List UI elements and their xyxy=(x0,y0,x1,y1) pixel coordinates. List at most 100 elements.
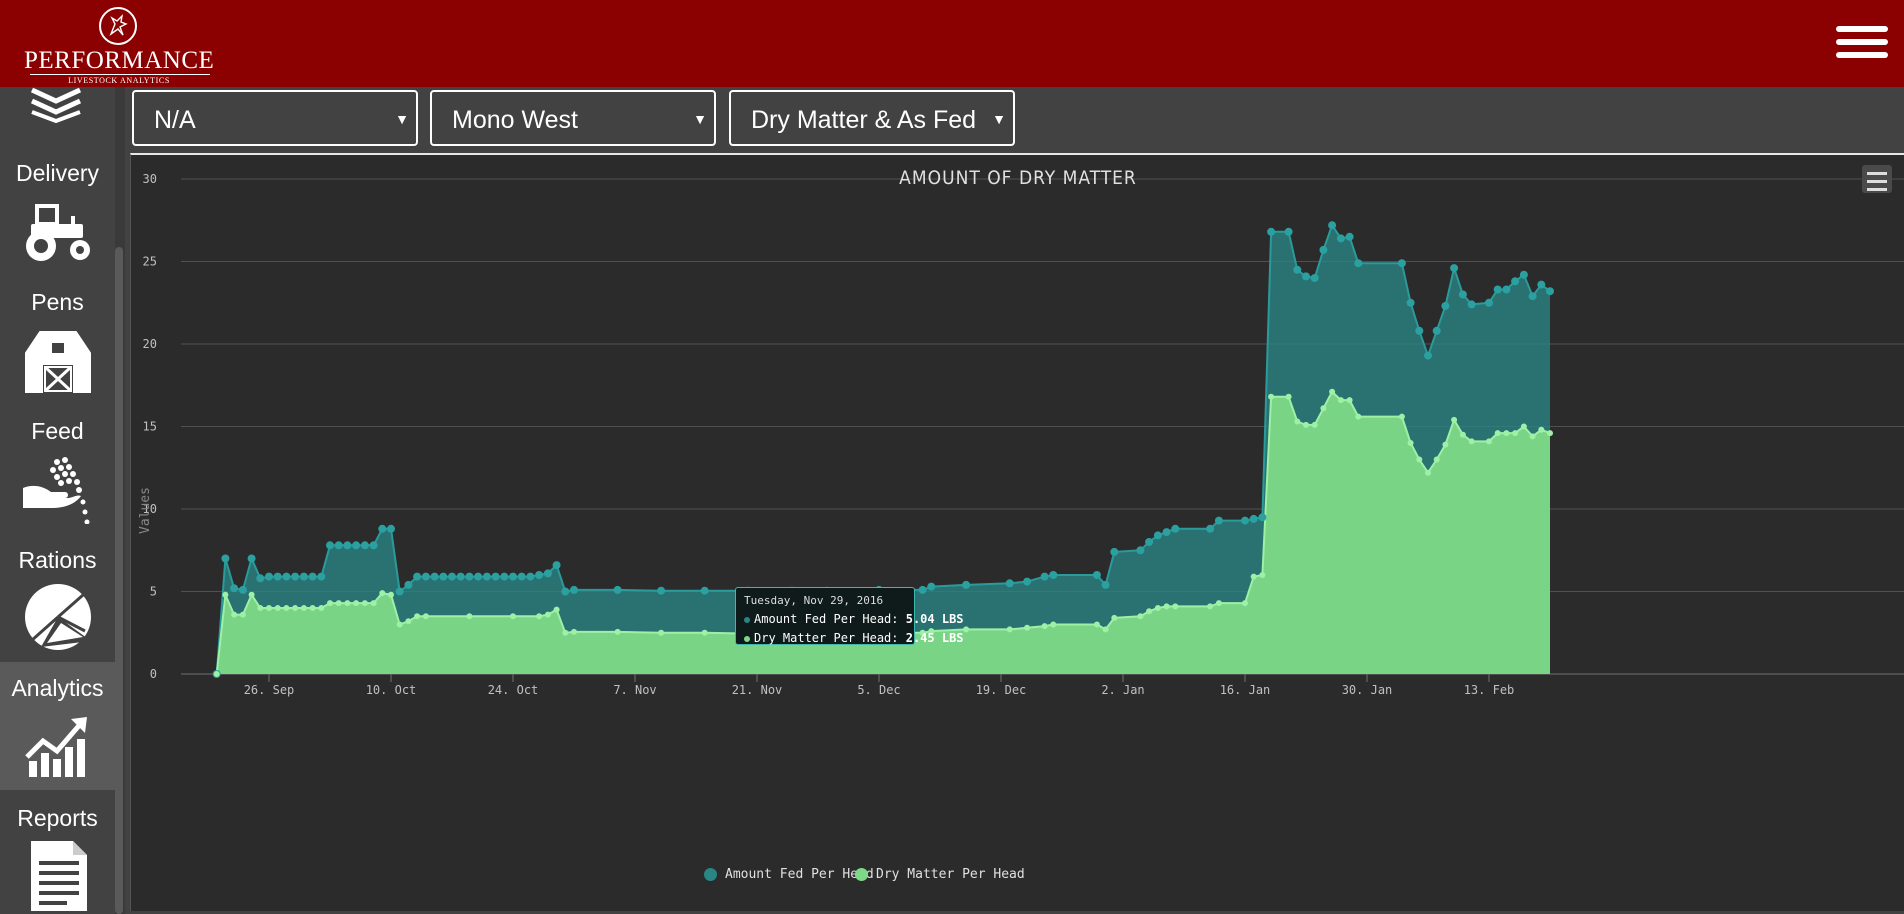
data-point xyxy=(1336,234,1345,243)
data-point xyxy=(327,600,333,607)
sidebar-item-feed[interactable]: Feed xyxy=(0,405,115,533)
data-point xyxy=(238,585,247,594)
data-point xyxy=(326,541,334,550)
data-point xyxy=(335,600,342,607)
hamburger-menu-icon[interactable] xyxy=(1836,26,1888,62)
data-point xyxy=(1451,416,1458,423)
data-point xyxy=(500,572,509,581)
data-point xyxy=(1537,280,1546,289)
brand-logo[interactable]: PERFORMANCE LIVESTOCK ANALYTICS xyxy=(24,6,214,85)
data-point xyxy=(1285,393,1292,400)
data-point xyxy=(353,600,360,607)
data-point xyxy=(491,572,500,581)
data-point xyxy=(1102,626,1109,633)
metric-select[interactable]: Dry Matter & As Fed ▼ xyxy=(729,90,1015,146)
data-point xyxy=(404,580,413,589)
data-point xyxy=(1293,265,1302,274)
data-point xyxy=(918,585,927,594)
data-point xyxy=(1049,571,1058,579)
data-point xyxy=(414,613,421,620)
data-point xyxy=(1249,514,1258,523)
data-point xyxy=(1442,441,1449,448)
data-point xyxy=(474,572,483,581)
data-point xyxy=(1337,397,1344,404)
metric-select-value: Dry Matter & As Fed xyxy=(751,106,977,134)
barn-icon xyxy=(21,327,94,393)
data-point xyxy=(1494,430,1501,437)
data-point xyxy=(422,613,429,620)
chart-export-menu-icon[interactable] xyxy=(1862,165,1892,193)
data-point xyxy=(927,582,936,591)
data-point xyxy=(1294,418,1301,425)
x-tick-label: 16. Jan xyxy=(1220,683,1271,697)
sidebar-item-delivery[interactable]: Delivery xyxy=(0,147,115,275)
brand-divider xyxy=(30,74,210,75)
sidebar-item-label: Feed xyxy=(31,418,84,444)
data-point xyxy=(1214,516,1223,525)
data-point xyxy=(1242,600,1248,607)
data-point xyxy=(379,590,386,597)
layers-icon[interactable] xyxy=(28,87,84,123)
sidebar-item-rations[interactable]: Rations xyxy=(0,534,115,662)
data-point xyxy=(1303,421,1309,428)
legend-swatch xyxy=(704,868,717,881)
x-tick-label: 30. Jan xyxy=(1342,683,1393,697)
legend-item-amount[interactable]: Amount Fed Per Head xyxy=(704,867,874,882)
data-point xyxy=(657,586,666,595)
data-point xyxy=(509,572,517,581)
data-point xyxy=(552,561,561,570)
data-point xyxy=(1458,290,1467,299)
data-point xyxy=(343,541,352,550)
data-point xyxy=(369,541,378,550)
dry-matter-chart: 05101520253026. Sep 10. Oct 24. Oct 7. Nov 2… xyxy=(143,172,1904,697)
tooltip-value: 2.45 LBS xyxy=(905,631,964,645)
data-point xyxy=(448,572,456,581)
sidebar-item-analytics[interactable]: Analytics xyxy=(0,662,115,790)
data-point xyxy=(456,572,465,581)
data-point xyxy=(1503,430,1510,437)
pie-chart-icon xyxy=(24,584,91,650)
data-point xyxy=(1319,245,1328,254)
data-point xyxy=(1258,513,1267,522)
x-tick-label: 19. Dec xyxy=(976,683,1027,697)
legend-label: Dry Matter Per Head xyxy=(876,867,1025,882)
data-point xyxy=(517,572,526,581)
x-tick-label: 24. Oct xyxy=(488,683,539,697)
data-point xyxy=(1092,571,1101,579)
data-point xyxy=(1250,573,1257,580)
data-point xyxy=(1528,292,1537,301)
data-point xyxy=(1050,621,1057,628)
data-point xyxy=(1267,227,1276,236)
sidebar-item-pens[interactable]: Pens xyxy=(0,276,115,404)
location-select[interactable]: Mono West ▼ xyxy=(430,90,716,146)
sidebar-item-reports[interactable]: Reports xyxy=(0,792,115,914)
data-point xyxy=(1329,388,1336,395)
x-tick-label: 13. Feb xyxy=(1464,683,1515,697)
data-point xyxy=(1041,623,1048,630)
data-point xyxy=(962,580,971,589)
herd-select[interactable]: N/A ▼ xyxy=(132,90,418,146)
data-point xyxy=(510,613,516,620)
data-point xyxy=(248,591,255,598)
data-point xyxy=(273,572,282,581)
x-tick-label: 5. Dec xyxy=(857,683,900,697)
data-point xyxy=(1171,524,1180,533)
data-point xyxy=(1511,277,1520,286)
y-tick-label: 5 xyxy=(150,585,157,599)
data-point xyxy=(309,605,316,611)
data-point xyxy=(1162,528,1171,537)
data-point xyxy=(465,572,474,581)
legend-item-dry[interactable]: Dry Matter Per Head xyxy=(855,867,1025,882)
data-point xyxy=(1493,285,1502,294)
data-point xyxy=(1416,456,1423,463)
data-point xyxy=(282,572,291,581)
data-point xyxy=(430,572,439,581)
data-point xyxy=(1146,608,1153,615)
data-point xyxy=(291,572,300,581)
tooltip-row-dry: Dry Matter Per Head: 2.45 LBS xyxy=(744,631,964,645)
data-point xyxy=(536,613,543,620)
data-point xyxy=(1328,221,1337,230)
data-point xyxy=(1520,423,1527,430)
data-point xyxy=(1407,440,1414,446)
sidebar-scrollbar[interactable] xyxy=(115,87,125,914)
